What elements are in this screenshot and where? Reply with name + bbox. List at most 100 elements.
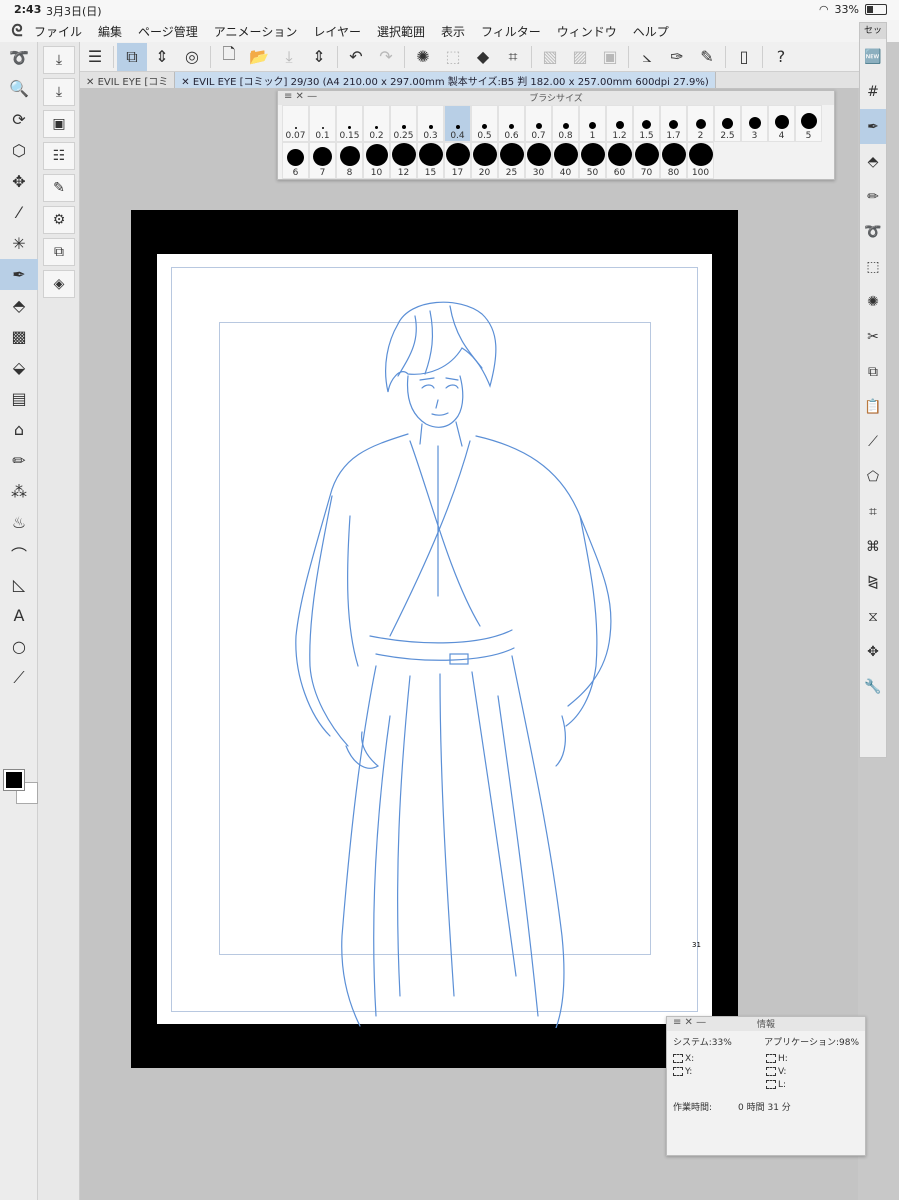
copy-icon[interactable]: ⧉ — [860, 354, 886, 389]
correct-line-icon[interactable]: ⟋ — [0, 662, 38, 693]
menu-view[interactable]: 表示 — [441, 23, 465, 40]
flip-vertical-icon[interactable]: ⧖ — [860, 599, 886, 634]
brush-stroke-icon[interactable]: ✑ — [662, 43, 692, 71]
brush-size-option[interactable]: 25 — [498, 142, 525, 179]
fill-bucket-icon[interactable]: ⬙ — [0, 352, 38, 383]
frame-icon[interactable]: ⌂ — [0, 414, 38, 445]
layers-icon[interactable]: ◈ — [43, 270, 75, 298]
transform-icon[interactable]: ⌗ — [498, 43, 528, 71]
lasso-icon[interactable]: ➰ — [0, 42, 38, 73]
redo-icon[interactable]: ↷ — [371, 43, 401, 71]
select-rect-icon[interactable]: ⬚ — [860, 249, 886, 284]
brush-size-option[interactable]: 40 — [552, 142, 579, 179]
pen-stroke-icon[interactable]: ✎ — [692, 43, 722, 71]
brush-size-option[interactable]: 2 — [687, 105, 714, 142]
pen-icon[interactable]: ✒ — [0, 259, 38, 290]
brush-size-option[interactable]: 2.5 — [714, 105, 741, 142]
brush-size-option[interactable]: 6 — [282, 142, 309, 179]
eraser-icon[interactable]: ⬘ — [860, 144, 886, 179]
menu-window[interactable]: ウィンドウ — [557, 23, 617, 40]
transform-icon[interactable]: ⬠ — [860, 459, 886, 494]
brush-size-option[interactable]: 12 — [390, 142, 417, 179]
loading-icon[interactable]: ✺ — [860, 284, 886, 319]
pencil-icon[interactable]: ✏ — [0, 445, 38, 476]
menu-layer[interactable]: レイヤー — [313, 23, 361, 40]
rotate-icon[interactable]: ⟳ — [0, 104, 38, 135]
brush-size-option[interactable]: 7 — [309, 142, 336, 179]
palette-menu-icon[interactable]: ≡ ✕ — — [284, 91, 317, 102]
app-logo-icon[interactable]: ᘓ — [0, 21, 34, 41]
wrench-icon[interactable]: 🔧 — [860, 669, 886, 704]
brush-size-option[interactable]: 5 — [795, 105, 822, 142]
new-file-icon[interactable]: 🗋 — [214, 43, 244, 71]
scissors-icon[interactable]: ✂ — [860, 319, 886, 354]
chevron-updown-icon[interactable]: ⇕ — [304, 43, 334, 71]
ruler-tool-icon[interactable]: ◺ — [0, 569, 38, 600]
brush-size-option[interactable]: 0.4 — [444, 105, 471, 142]
menu-help[interactable]: ヘルプ — [633, 23, 669, 40]
brush-size-option[interactable]: 4 — [768, 105, 795, 142]
spiral-icon[interactable]: ◎ — [177, 43, 207, 71]
deselect-icon[interactable]: ⬚ — [438, 43, 468, 71]
brush-size-option[interactable]: 3 — [741, 105, 768, 142]
pencil-icon[interactable]: ✏ — [860, 179, 886, 214]
balloon-icon[interactable]: ○ — [0, 631, 38, 662]
brush-size-option[interactable]: 0.7 — [525, 105, 552, 142]
flip-horizontal-icon[interactable]: ⧎ — [860, 564, 886, 599]
device-icon[interactable]: ▯ — [729, 43, 759, 71]
brush-size-option[interactable]: 100 — [687, 142, 714, 179]
brush-size-option[interactable]: 30 — [525, 142, 552, 179]
brush-size-option[interactable]: 20 — [471, 142, 498, 179]
brush-size-option[interactable]: 50 — [579, 142, 606, 179]
menu-edit[interactable]: 編集 — [98, 23, 122, 40]
foreground-color-swatch[interactable] — [3, 769, 25, 791]
brush-size-option[interactable]: 0.5 — [471, 105, 498, 142]
move-icon[interactable]: ✥ — [0, 166, 38, 197]
grid-icon[interactable]: # — [860, 74, 886, 109]
brush-size-option[interactable]: 8 — [336, 142, 363, 179]
text-icon[interactable]: A — [0, 600, 38, 631]
brush-size-option[interactable]: 1 — [579, 105, 606, 142]
clear-outside-icon[interactable]: ▧ — [535, 43, 565, 71]
import-icon[interactable]: ⤓ — [43, 46, 75, 74]
brush-size-option[interactable]: 0.25 — [390, 105, 417, 142]
save-icon[interactable]: ⤓ — [274, 43, 304, 71]
pen-icon[interactable]: ✒ — [860, 109, 886, 144]
sub-tool-settings-icon[interactable]: ⚙ — [43, 206, 75, 234]
eraser-icon[interactable]: ⬘ — [0, 290, 38, 321]
brush-size-option[interactable]: 0.8 — [552, 105, 579, 142]
brush-size-option[interactable]: 10 — [363, 142, 390, 179]
new-icon[interactable]: 🆕 — [860, 39, 886, 74]
brush-size-option[interactable]: 60 — [606, 142, 633, 179]
brush-size-option[interactable]: 0.1 — [309, 105, 336, 142]
tool-property-icon[interactable]: ✎ — [43, 174, 75, 202]
hamburger-menu-icon[interactable]: ☰ — [80, 43, 110, 71]
magic-wand-icon[interactable]: ✳ — [0, 228, 38, 259]
move-layer-icon[interactable]: ✥ — [860, 634, 886, 669]
crop-icon[interactable]: ▣ — [595, 43, 625, 71]
menu-file[interactable]: ファイル — [34, 23, 82, 40]
chevron-updown-icon[interactable]: ⇕ — [147, 43, 177, 71]
brush-size-option[interactable]: 1.7 — [660, 105, 687, 142]
fill-icon[interactable]: ◆ — [468, 43, 498, 71]
scale-icon[interactable]: ⌗ — [860, 494, 886, 529]
clear-inside-icon[interactable]: ▨ — [565, 43, 595, 71]
ruler-icon[interactable]: ⦣ — [632, 43, 662, 71]
eyedropper-icon[interactable]: ⁄ — [0, 197, 38, 228]
decoration-icon[interactable]: ♨ — [0, 507, 38, 538]
object-icon[interactable]: ⬡ — [0, 135, 38, 166]
brush-size-option[interactable]: 0.15 — [336, 105, 363, 142]
lasso-icon[interactable]: ➰ — [860, 214, 886, 249]
loading-icon[interactable]: ✺ — [408, 43, 438, 71]
figure-icon[interactable]: ⌒ — [0, 538, 38, 569]
brush-size-option[interactable]: 70 — [633, 142, 660, 179]
free-transform-icon[interactable]: ⌘ — [860, 529, 886, 564]
tab-document-2[interactable]: ✕ EVIL EYE [コミック] 29/30 (A4 210.00 x 297… — [175, 72, 716, 88]
undo-icon[interactable]: ↶ — [341, 43, 371, 71]
brush-size-option[interactable]: 0.2 — [363, 105, 390, 142]
menu-animation[interactable]: アニメーション — [214, 23, 298, 40]
correct-line-icon[interactable]: ⟋ — [860, 424, 886, 459]
brush-size-option[interactable]: 0.3 — [417, 105, 444, 142]
brush-size-option[interactable]: 80 — [660, 142, 687, 179]
brush-size-option[interactable]: 17 — [444, 142, 471, 179]
